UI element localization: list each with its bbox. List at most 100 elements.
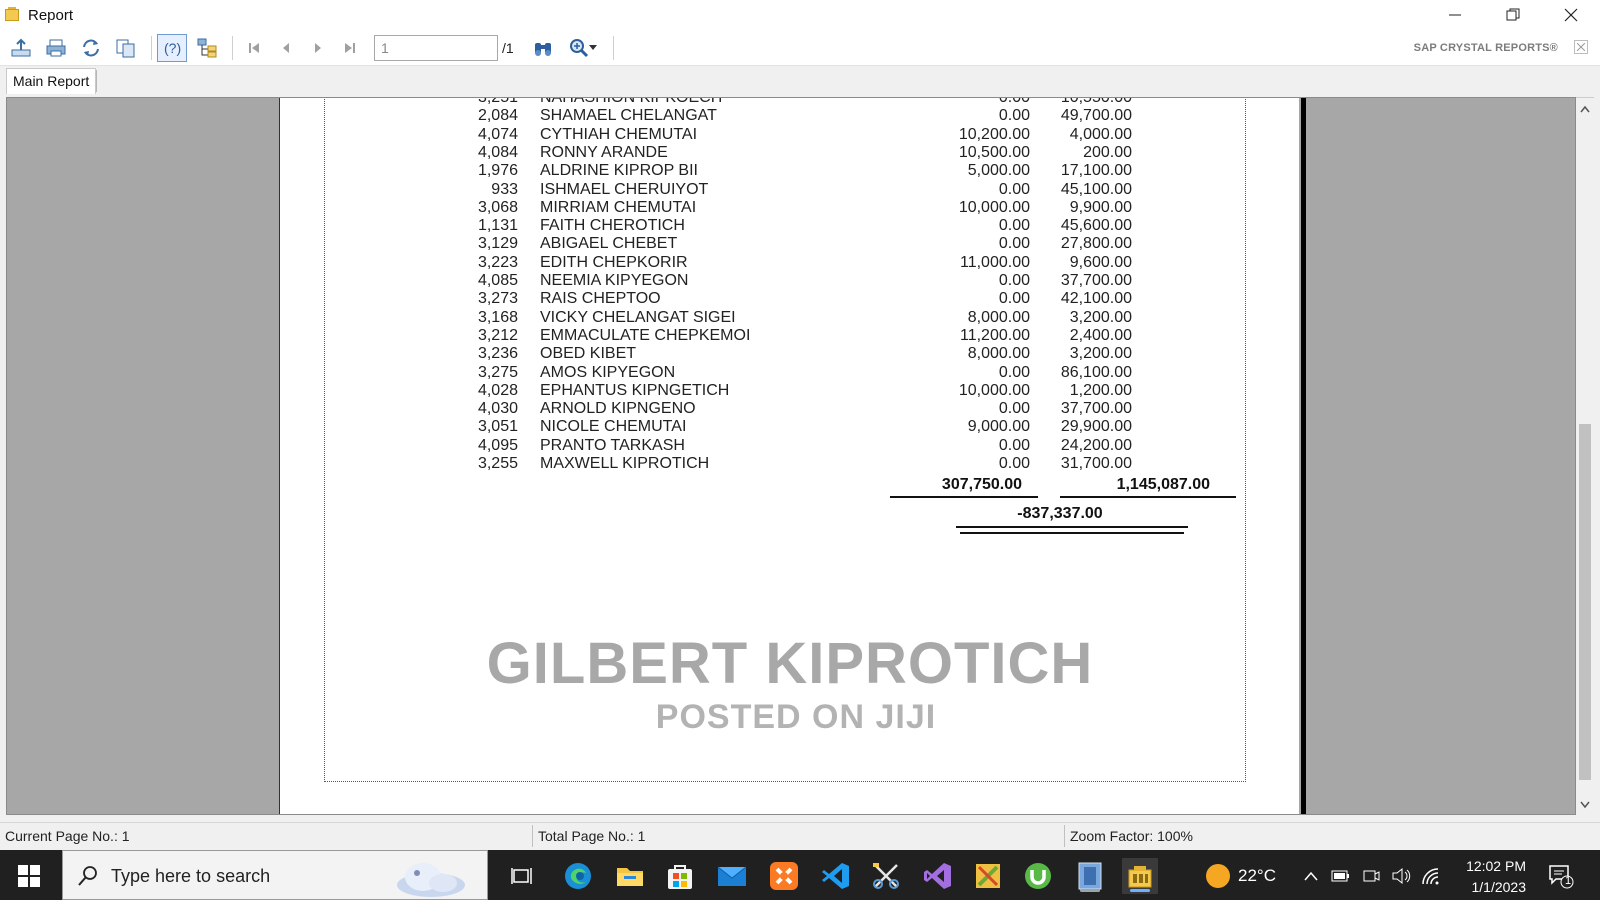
vertical-scrollbar[interactable] [1576, 97, 1594, 815]
report-app-icon [1128, 866, 1152, 888]
taskbar-file-explorer[interactable] [612, 858, 648, 894]
group-tree-icon [197, 38, 217, 57]
report-viewer[interactable]: 3,251 NAHASHION KIPKOECH 0.00 10,550.00 2,08… [6, 97, 1576, 815]
tab-main-report[interactable]: Main Report [6, 68, 97, 94]
net-total: -837,337.00 [1017, 505, 1103, 522]
member-id-cell: 2,084 [477, 107, 518, 125]
network-tray[interactable] [1420, 865, 1442, 887]
export-icon [11, 38, 31, 56]
close-view-button[interactable] [1574, 40, 1588, 54]
taskbar-microsoft-store[interactable] [662, 858, 698, 894]
find-text-button[interactable] [528, 34, 558, 62]
last-page-icon [345, 42, 355, 53]
report-designer-icon [1078, 862, 1102, 890]
member-name-cell: ALDRINE KIPROP BII [540, 162, 698, 180]
restore-icon [1506, 8, 1520, 21]
taskbar-xampp[interactable] [766, 858, 802, 894]
member-id-cell: 3,236 [477, 345, 518, 363]
amount-b-cell: 10,550.00 [1060, 97, 1132, 106]
previous-page-button[interactable] [270, 34, 302, 62]
amount-b-cell: 24,200.00 [1060, 436, 1132, 454]
toolbar-separator [232, 35, 233, 60]
member-id-cell: 1,976 [477, 162, 518, 180]
scroll-down-button[interactable] [1580, 800, 1590, 810]
windows-logo-icon [18, 865, 40, 887]
vscode-icon [822, 863, 849, 889]
member-name-cell: SHAMAEL CHELANGAT [540, 107, 717, 125]
task-view-button[interactable] [504, 858, 540, 894]
utorrent-icon [1025, 863, 1051, 889]
taskbar-report-designer[interactable] [1072, 858, 1108, 894]
amount-a-cell: 0.00 [998, 400, 1030, 418]
taskbar-edge[interactable] [560, 858, 596, 894]
zoom-icon [570, 38, 589, 57]
brand-logo-text: SAP CRYSTAL REPORTS® [1413, 42, 1558, 54]
print-button[interactable] [41, 34, 71, 62]
volume-tray[interactable] [1390, 865, 1412, 887]
member-id-cell: 4,095 [477, 436, 518, 454]
refresh-button[interactable] [76, 34, 106, 62]
amount-b-cell: 86,100.00 [1060, 363, 1132, 381]
table-row: 3,223 EDITH CHEPKORIR 11,000.00 9,600.00 [280, 254, 1300, 272]
amount-b-cell: 45,100.00 [1060, 180, 1132, 198]
scrollbar-thumb[interactable] [1579, 424, 1591, 780]
taskbar-visual-studio[interactable] [920, 858, 956, 894]
amount-a-cell: 8,000.00 [967, 308, 1030, 326]
start-button[interactable] [18, 865, 40, 887]
taskbar-utorrent[interactable] [1020, 858, 1056, 894]
chevron-up-icon [1580, 105, 1590, 113]
zoom-dropdown-button[interactable] [563, 34, 603, 62]
amount-b-cell: 42,100.00 [1060, 290, 1132, 308]
amount-b-cell: 1,200.00 [1069, 381, 1132, 399]
amount-a-cell: 0.00 [998, 107, 1030, 125]
restore-button[interactable] [1484, 0, 1542, 30]
xampp-icon [770, 862, 798, 890]
taskbar-snipping-tool[interactable] [868, 858, 904, 894]
last-page-button[interactable] [334, 34, 366, 62]
amount-a-cell: 5,000.00 [967, 162, 1030, 180]
copy-button[interactable] [111, 34, 141, 62]
export-button[interactable] [6, 34, 36, 62]
battery-tray[interactable] [1330, 865, 1352, 887]
taskbar-search-box[interactable]: Type here to search [62, 850, 488, 900]
taskbar-mail[interactable] [714, 858, 750, 894]
current-page-status: Current Page No.: 1 [5, 828, 130, 844]
page-number-input[interactable] [374, 34, 498, 61]
member-id-cell: 3,129 [477, 235, 518, 253]
report-toolbar: (?) /1 SAP CRYSTAL REPORTS® [0, 30, 1600, 66]
meet-now-tray[interactable] [1360, 865, 1382, 887]
first-page-button[interactable] [238, 34, 270, 62]
close-button[interactable] [1542, 0, 1600, 30]
weather-sun-icon [1206, 864, 1230, 888]
member-name-cell: MIRRIAM CHEMUTAI [540, 198, 697, 216]
minimize-button[interactable] [1426, 0, 1484, 30]
toolbar-separator [151, 35, 152, 60]
next-page-button[interactable] [302, 34, 334, 62]
watermark-subtitle: POSTED ON JIJI [655, 698, 937, 736]
total-underline-a [890, 496, 1038, 498]
toggle-parameter-panel-button[interactable]: (?) [157, 33, 187, 62]
binoculars-icon [535, 42, 551, 56]
weather-widget[interactable]: 22°C [1206, 864, 1276, 888]
amount-b-cell: 31,700.00 [1060, 455, 1132, 472]
table-row: 3,068 MIRRIAM CHEMUTAI 10,000.00 9,900.00 [280, 199, 1300, 217]
member-name-cell: RAIS CHEPTOO [540, 290, 661, 308]
clock-date: 1/1/2023 [1471, 879, 1527, 895]
toggle-group-tree-button[interactable] [192, 34, 222, 62]
taskbar-report-viewer-active[interactable] [1122, 858, 1158, 894]
system-clock[interactable]: 12:02 PM 1/1/2023 [1456, 856, 1526, 898]
amount-b-cell: 4,000.00 [1069, 125, 1132, 143]
scroll-up-button[interactable] [1580, 104, 1590, 114]
page-total-label: /1 [502, 39, 514, 56]
taskbar-vscode[interactable] [818, 858, 854, 894]
weather-temperature: 22°C [1238, 866, 1276, 885]
show-hidden-icons-button[interactable] [1300, 865, 1322, 887]
svg-text:(?): (?) [164, 40, 181, 56]
member-name-cell: EDITH CHEPKORIR [540, 253, 688, 271]
windows-taskbar: Type here to search 22°C 12:02 PM 1/1/20… [0, 850, 1600, 900]
taskbar-tools-app[interactable] [970, 858, 1006, 894]
speaker-icon [1392, 867, 1411, 885]
notification-center-button[interactable]: 1 [1548, 863, 1574, 889]
table-row: 4,028 EPHANTUS KIPNGETICH 10,000.00 1,200.0… [280, 382, 1300, 400]
battery-icon [1331, 870, 1349, 882]
